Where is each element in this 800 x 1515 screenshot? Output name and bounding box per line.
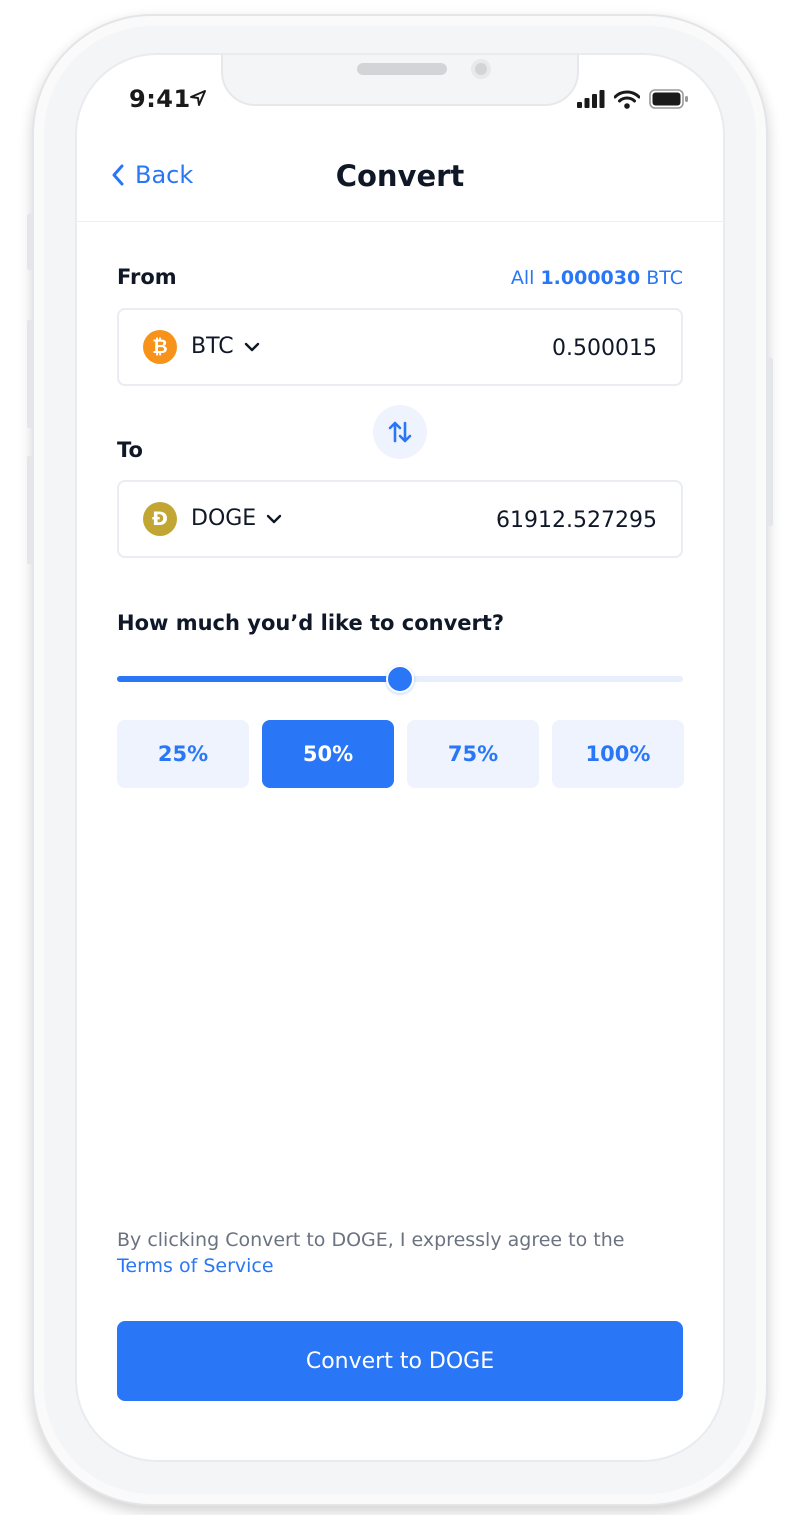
from-currency-code: BTC [191,334,234,359]
to-currency-box: Ð DOGE 61912.527295 [117,480,683,558]
phone-screen: 9:41 Back Convert From All 1.000030 BTC … [77,55,723,1460]
all-balance-button[interactable]: All 1.000030 BTC [511,267,683,289]
convert-button[interactable]: Convert to DOGE [117,1321,683,1401]
percent-75-button[interactable]: 75% [407,720,539,788]
from-label: From [117,265,177,289]
swap-arrows-icon [388,421,412,443]
terms-notice: By clicking Convert to DOGE, I expressly… [117,1227,677,1279]
terms-text: By clicking Convert to DOGE, I expressly… [117,1229,625,1251]
side-button-volume-up [27,320,33,428]
percent-50-button[interactable]: 50% [262,720,394,788]
from-currency-selector[interactable]: BTC [191,334,260,359]
amount-slider[interactable] [117,665,683,693]
notch [221,55,579,106]
balance-unit: BTC [646,267,683,289]
side-button-mute [27,214,33,270]
balance-value: 1.000030 [540,267,641,289]
from-amount-input[interactable]: 0.500015 [552,336,657,361]
status-icons [577,89,689,109]
slider-fill [117,676,400,682]
side-button-volume-down [27,456,33,564]
chevron-down-icon [244,342,259,351]
swap-button[interactable] [373,405,427,459]
location-arrow-icon [190,90,206,106]
to-amount-value: 61912.527295 [496,508,657,533]
to-currency-selector[interactable]: DOGE [191,506,282,531]
status-time: 9:41 [129,85,191,113]
side-button-power [767,358,773,526]
dogecoin-icon: Ð [143,502,177,536]
percent-options: 25% 50% 75% 100% [117,720,684,788]
to-label: To [117,438,143,462]
signal-icon [577,90,605,108]
terms-of-service-link[interactable]: Terms of Service [117,1253,677,1279]
slider-thumb[interactable] [386,665,414,693]
chevron-down-icon [267,514,282,523]
bitcoin-icon: ₿ [143,330,177,364]
battery-icon [649,89,688,109]
camera [471,59,491,79]
from-currency-box: ₿ BTC 0.500015 [117,308,683,386]
convert-amount-question: How much you’d like to convert? [117,611,505,635]
to-currency-code: DOGE [191,506,257,531]
speaker [357,63,447,75]
wifi-icon [614,90,640,109]
page-title: Convert [335,159,465,193]
percent-100-button[interactable]: 100% [552,720,684,788]
percent-25-button[interactable]: 25% [117,720,249,788]
all-label: All [510,267,535,289]
header-divider [77,221,723,222]
